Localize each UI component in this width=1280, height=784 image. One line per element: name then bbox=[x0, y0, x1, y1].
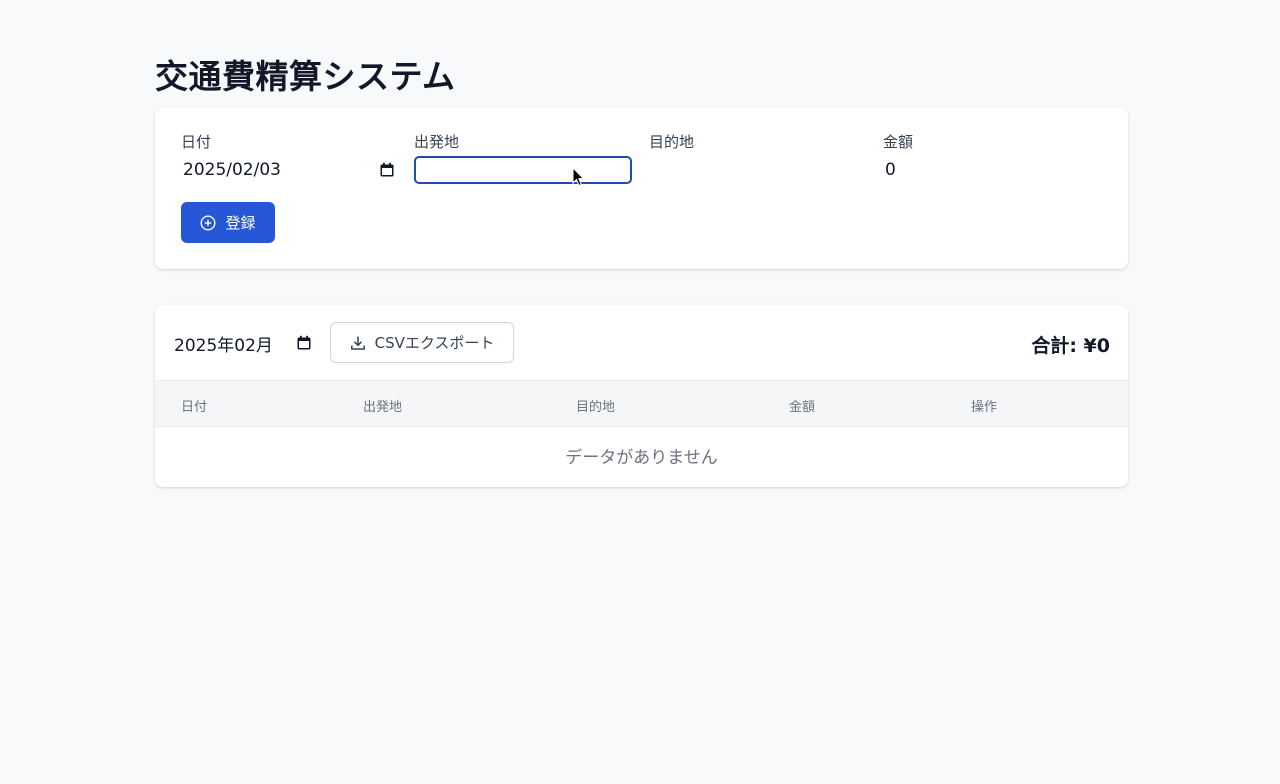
from-label: 出発地 bbox=[414, 133, 460, 151]
date-value: 2025/02/03 bbox=[183, 160, 281, 180]
date-field: 日付 2025/02/03 bbox=[181, 132, 399, 184]
amount-input[interactable]: 0 bbox=[883, 156, 1101, 184]
column-header-date: 日付 bbox=[181, 400, 208, 415]
to-field: 目的地 bbox=[649, 132, 867, 184]
column-header-from: 出発地 bbox=[363, 400, 403, 415]
register-button[interactable]: 登録 bbox=[181, 202, 275, 243]
calendar-icon[interactable] bbox=[379, 162, 395, 178]
total-label: 合計: bbox=[1031, 335, 1084, 357]
table-header: 日付 出発地 目的地 金額 操作 bbox=[155, 380, 1128, 427]
column-header-amount: 金額 bbox=[789, 400, 816, 415]
plus-circle-icon bbox=[200, 214, 216, 231]
mouse-cursor bbox=[572, 167, 585, 187]
column-header-to: 目的地 bbox=[576, 400, 616, 415]
page-title: 交通費精算システム bbox=[155, 57, 456, 97]
from-field: 出発地 bbox=[414, 132, 632, 184]
total-amount: 合計: ¥0 bbox=[1031, 331, 1110, 358]
month-value: 2025年02月 bbox=[174, 335, 273, 356]
csv-export-button[interactable]: CSVエクスポート bbox=[330, 322, 514, 363]
from-input[interactable] bbox=[414, 156, 632, 184]
to-input[interactable] bbox=[649, 156, 867, 184]
register-button-label: 登録 bbox=[225, 214, 256, 232]
to-label: 目的地 bbox=[649, 133, 695, 151]
date-input[interactable]: 2025/02/03 bbox=[181, 156, 399, 184]
amount-field: 金額 0 bbox=[883, 132, 1101, 184]
entry-form-card: 日付 2025/02/03 出発地 目的地 金額 0 登録 bbox=[155, 108, 1128, 269]
empty-state-message: データがありません bbox=[565, 447, 718, 468]
list-toolbar: 2025年02月 CSVエクスポート 合計: ¥0 bbox=[155, 305, 1128, 380]
month-input[interactable]: 2025年02月 bbox=[174, 331, 312, 356]
amount-label: 金額 bbox=[883, 133, 914, 151]
column-header-actions: 操作 bbox=[971, 400, 998, 415]
expense-list-card: 2025年02月 CSVエクスポート 合計: ¥0 日付 出発地 目的地 金額 … bbox=[155, 305, 1128, 487]
date-label: 日付 bbox=[181, 133, 212, 151]
total-value: ¥0 bbox=[1083, 335, 1110, 357]
csv-export-label: CSVエクスポート bbox=[374, 334, 495, 352]
amount-value: 0 bbox=[885, 160, 896, 180]
calendar-icon[interactable] bbox=[296, 335, 312, 351]
download-icon bbox=[350, 336, 365, 350]
